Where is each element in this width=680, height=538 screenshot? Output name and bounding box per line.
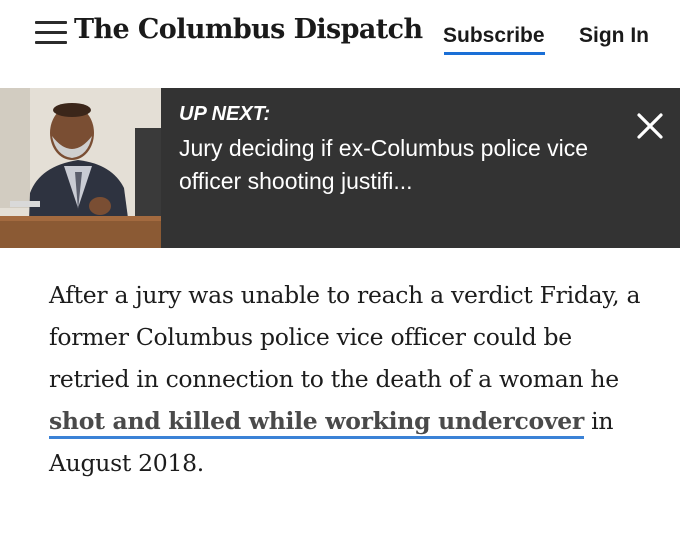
article-text: After a jury was unable to reach a verdi… xyxy=(49,281,641,393)
close-icon[interactable] xyxy=(636,112,664,140)
article-inline-link[interactable]: shot and killed while working undercover xyxy=(49,407,584,439)
site-logo[interactable]: The Columbus Dispatch xyxy=(74,14,423,45)
subscribe-underline xyxy=(444,52,545,55)
subscribe-link[interactable]: Subscribe xyxy=(443,24,545,48)
up-next-headline[interactable]: Jury deciding if ex-Columbus police vice… xyxy=(179,132,629,198)
site-header: The Columbus Dispatch Subscribe Sign In xyxy=(0,0,680,88)
hamburger-menu-icon[interactable] xyxy=(35,21,67,45)
up-next-thumbnail[interactable] xyxy=(0,88,161,248)
sign-in-link[interactable]: Sign In xyxy=(579,24,649,48)
man-speaking-photo xyxy=(0,88,161,248)
article-paragraph: After a jury was unable to reach a verdi… xyxy=(49,274,659,484)
up-next-banner[interactable]: UP NEXT: Jury deciding if ex-Columbus po… xyxy=(0,88,680,248)
up-next-label: UP NEXT: xyxy=(179,103,271,125)
